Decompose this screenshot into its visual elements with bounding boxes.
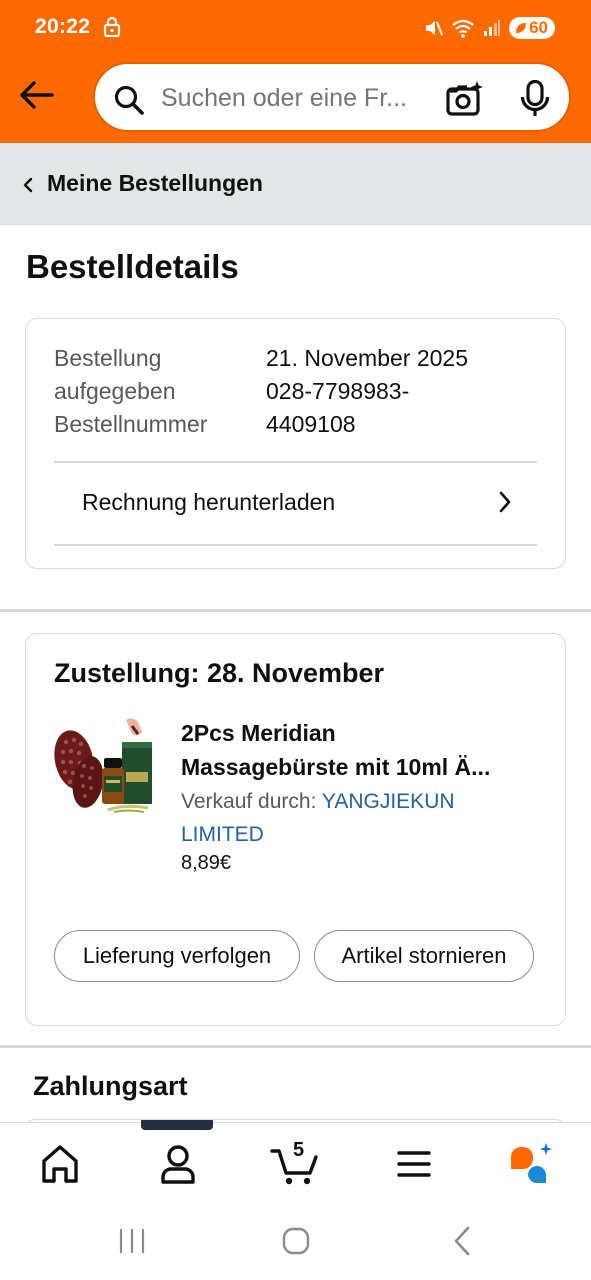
search-bar[interactable] (93, 62, 571, 132)
status-bar: 20:22 60 (0, 0, 591, 56)
wifi-icon (452, 19, 474, 38)
chevron-right-icon (499, 491, 511, 513)
back-arrow-icon[interactable] (16, 74, 58, 116)
system-back-icon[interactable] (452, 1226, 472, 1256)
battery-indicator: 60 (509, 17, 555, 39)
breadcrumb-link[interactable]: Meine Bestellungen (47, 170, 263, 197)
track-package-button[interactable]: Lieferung verfolgen (54, 930, 300, 982)
seller-info: Verkauf durch: YANGJIEKUN LIMITED (181, 785, 541, 851)
menu-icon[interactable] (384, 1139, 444, 1189)
rufus-assistant-icon[interactable] (502, 1139, 562, 1189)
leaf-icon (516, 23, 527, 33)
bottom-navigation: 5 (0, 1122, 591, 1202)
seller-link-line2[interactable]: LIMITED (181, 823, 264, 846)
cart-count-badge: 5 (293, 1139, 305, 1161)
seller-prefix: Verkauf durch: (181, 790, 317, 813)
seller-link[interactable]: YANGJIEKUN (322, 790, 455, 813)
order-info-card: Bestellung aufgegeben Bestellnummer 21. … (25, 318, 566, 569)
product-image[interactable] (52, 714, 160, 818)
divider (54, 544, 537, 546)
mute-icon (426, 21, 444, 36)
nav-active-indicator (141, 1120, 213, 1130)
chevron-left-icon (23, 177, 33, 193)
payment-method-title: Zahlungsart (33, 1071, 188, 1101)
status-icons: 60 (423, 15, 555, 41)
signal-icon (484, 20, 501, 36)
search-input[interactable] (161, 84, 431, 113)
download-invoice-row[interactable]: Rechnung herunterladen (26, 462, 564, 544)
product-price: 8,89€ (181, 852, 232, 874)
product-title-line1: 2Pcs Meridian (181, 720, 336, 746)
product-title[interactable]: 2Pcs Meridian Massagebürste mit 10ml Ä..… (181, 716, 541, 784)
system-home-icon[interactable] (282, 1227, 310, 1255)
order-number-label: Bestellnummer (54, 411, 208, 437)
section-divider (0, 609, 591, 612)
recent-apps-icon[interactable] (118, 1228, 146, 1254)
system-navigation-bar (0, 1202, 591, 1280)
section-divider (0, 1045, 591, 1048)
order-number-value-line1: 028-7798983- (266, 378, 410, 404)
order-date-value: 21. November 2025 (266, 345, 469, 371)
order-placed-label-line2: aufgegeben (54, 378, 176, 404)
product-title-line2: Massagebürste mit 10ml Ä... (181, 754, 491, 780)
battery-level: 60 (529, 18, 548, 37)
order-placed-label-line1: Bestellung (54, 345, 162, 371)
status-time: 20:22 (35, 15, 91, 38)
account-icon[interactable] (148, 1139, 208, 1189)
breadcrumb[interactable]: Meine Bestellungen (0, 143, 591, 225)
download-invoice-label: Rechnung herunterladen (82, 489, 336, 515)
delivery-date-title: Zustellung: 28. November (54, 658, 385, 688)
cart-button[interactable]: 5 (266, 1139, 326, 1189)
cancel-item-button[interactable]: Artikel stornieren (314, 930, 534, 982)
delivery-card: Zustellung: 28. November 2Pcs Meridian M… (25, 633, 566, 1026)
search-icon (114, 85, 144, 115)
home-icon[interactable] (30, 1139, 90, 1189)
order-number-value-line2: 4409108 (266, 411, 356, 437)
microphone-icon[interactable] (520, 80, 550, 118)
lock-icon (103, 17, 121, 37)
page-title: Bestelldetails (26, 248, 239, 285)
top-bar: 20:22 60 Suchen oder eine Fr... (0, 0, 591, 143)
camera-search-icon[interactable] (446, 80, 484, 116)
